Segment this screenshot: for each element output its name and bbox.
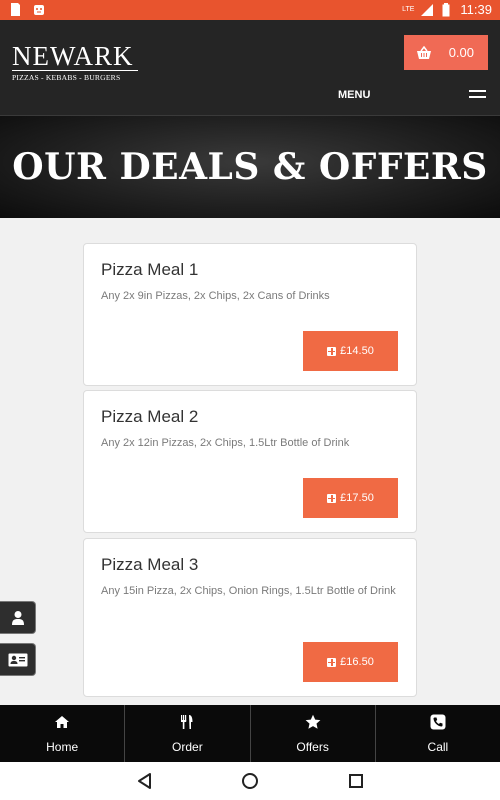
nav-label: Home bbox=[46, 739, 79, 754]
deal-description: Any 15in Pizza, 2x Chips, Onion Rings, 1… bbox=[101, 585, 396, 597]
brand-tagline: PIZZAS - KEBABS - BURGERS bbox=[12, 70, 138, 82]
plus-icon bbox=[327, 657, 337, 667]
deal-card: Pizza Meal 1 Any 2x 9in Pizzas, 2x Chips… bbox=[83, 243, 417, 386]
nav-label: Call bbox=[427, 739, 449, 754]
status-bar: LTE 11:39 bbox=[0, 0, 500, 20]
account-tab[interactable] bbox=[0, 601, 36, 634]
signal-icon bbox=[421, 4, 434, 16]
star-icon bbox=[305, 714, 321, 730]
nav-call[interactable]: Call bbox=[374, 705, 500, 762]
cart-total: 0.00 bbox=[448, 45, 474, 60]
system-nav-bar bbox=[0, 762, 500, 800]
deal-name: Pizza Meal 2 bbox=[101, 407, 199, 426]
brand-logo[interactable]: NEWARK PIZZAS - KEBABS - BURGERS bbox=[12, 43, 138, 82]
contact-card-icon bbox=[8, 653, 27, 666]
home-icon bbox=[54, 714, 70, 730]
nav-order[interactable]: Order bbox=[124, 705, 249, 762]
battery-icon bbox=[442, 3, 450, 17]
deal-name: Pizza Meal 1 bbox=[101, 260, 199, 279]
deal-price: £17.50 bbox=[340, 492, 374, 504]
sim-card-icon bbox=[11, 3, 20, 16]
deal-description: Any 2x 9in Pizzas, 2x Chips, 2x Cans of … bbox=[101, 290, 330, 302]
page-banner: OUR DEALS & OFFERS bbox=[0, 116, 500, 218]
home-circle-icon[interactable] bbox=[240, 771, 260, 791]
add-deal-button[interactable]: £14.50 bbox=[303, 331, 398, 371]
basket-icon bbox=[417, 45, 431, 59]
add-deal-button[interactable]: £16.50 bbox=[303, 642, 398, 682]
back-icon[interactable] bbox=[135, 771, 155, 791]
cutlery-icon bbox=[179, 714, 195, 730]
recents-icon[interactable] bbox=[346, 771, 366, 791]
deals-list[interactable]: Pizza Meal 1 Any 2x 9in Pizzas, 2x Chips… bbox=[0, 218, 500, 705]
deal-name: Pizza Meal 3 bbox=[101, 555, 199, 574]
deal-card: Pizza Meal 2 Any 2x 12in Pizzas, 2x Chip… bbox=[83, 390, 417, 533]
page-title: OUR DEALS & OFFERS bbox=[12, 146, 488, 188]
nav-label: Order bbox=[172, 739, 203, 754]
deal-card: Pizza Meal 3 Any 15in Pizza, 2x Chips, O… bbox=[83, 538, 417, 697]
android-debug-icon bbox=[34, 5, 44, 15]
nav-label: Offers bbox=[296, 739, 329, 754]
site-header: NEWARK PIZZAS - KEBABS - BURGERS 0.00 ME… bbox=[0, 20, 500, 116]
network-type-label: LTE bbox=[402, 6, 415, 13]
nav-home[interactable]: Home bbox=[0, 705, 124, 762]
brand-name: NEWARK bbox=[12, 41, 134, 71]
user-icon bbox=[11, 610, 24, 625]
contact-tab[interactable] bbox=[0, 643, 36, 676]
deal-description: Any 2x 12in Pizzas, 2x Chips, 1.5Ltr Bot… bbox=[101, 437, 350, 449]
nav-offers[interactable]: Offers bbox=[249, 705, 375, 762]
bottom-nav: Home Order Offers Call bbox=[0, 705, 500, 762]
phone-icon bbox=[430, 714, 446, 730]
cart-button[interactable]: 0.00 bbox=[404, 35, 488, 70]
deal-price: £16.50 bbox=[340, 656, 374, 668]
plus-icon bbox=[327, 346, 337, 356]
plus-icon bbox=[327, 493, 337, 503]
menu-label[interactable]: MENU bbox=[338, 89, 370, 101]
hamburger-menu-icon[interactable] bbox=[469, 90, 486, 102]
add-deal-button[interactable]: £17.50 bbox=[303, 478, 398, 518]
deal-price: £14.50 bbox=[340, 345, 374, 357]
status-time: 11:39 bbox=[460, 2, 492, 17]
